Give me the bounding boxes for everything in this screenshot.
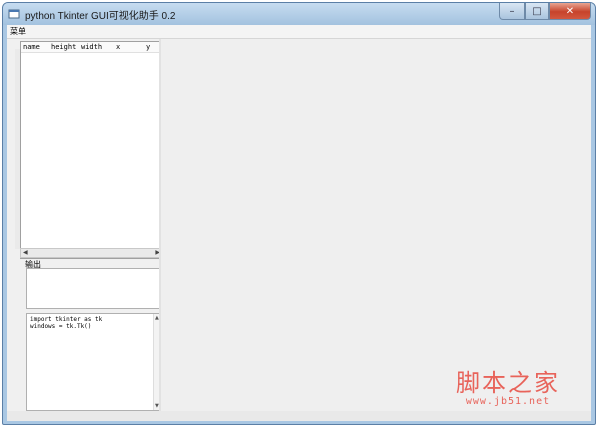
menu-bar: 菜单: [7, 25, 591, 39]
status-bar: [7, 411, 591, 421]
column-x[interactable]: x: [116, 43, 120, 51]
minimize-button[interactable]: –: [499, 3, 525, 20]
column-height[interactable]: height: [51, 43, 76, 51]
menu-item-main[interactable]: 菜单: [10, 25, 26, 38]
close-button[interactable]: ✕: [549, 3, 591, 20]
column-width[interactable]: width: [81, 43, 102, 51]
scroll-left-arrow-icon[interactable]: ◀: [23, 249, 28, 257]
column-name[interactable]: name: [23, 43, 40, 51]
window-controls: – □ ✕: [499, 3, 591, 21]
window-title: python Tkinter GUI可视化助手 0.2: [25, 11, 176, 22]
code-editor[interactable]: import tkinter as tk windows = tk.Tk() ▲…: [26, 313, 162, 411]
tree-horizontal-scrollbar[interactable]: ◀ ▶: [20, 248, 163, 258]
watermark-logo-text: 脚本之家: [456, 369, 560, 397]
site-watermark: 脚本之家 www.jb51.net: [456, 370, 560, 407]
watermark-url: www.jb51.net: [465, 396, 551, 407]
client-area: name height width x y ◀ ▶ 输出 import tkin…: [7, 39, 591, 421]
maximize-button[interactable]: □: [525, 3, 549, 20]
left-pane: name height width x y ◀ ▶ 输出 import tkin…: [11, 39, 163, 421]
widget-tree[interactable]: name height width x y: [20, 41, 163, 259]
title-bar[interactable]: python Tkinter GUI可视化助手 0.2 – □ ✕: [3, 3, 595, 25]
code-text[interactable]: import tkinter as tk windows = tk.Tk(): [30, 316, 102, 330]
column-y[interactable]: y: [146, 43, 150, 51]
app-window: python Tkinter GUI可视化助手 0.2 – □ ✕ 菜单 nam…: [2, 2, 596, 425]
design-canvas[interactable]: [161, 39, 591, 411]
output-text-area[interactable]: [26, 268, 162, 309]
app-icon: [8, 9, 20, 19]
tree-header: name height width x y: [21, 42, 162, 53]
